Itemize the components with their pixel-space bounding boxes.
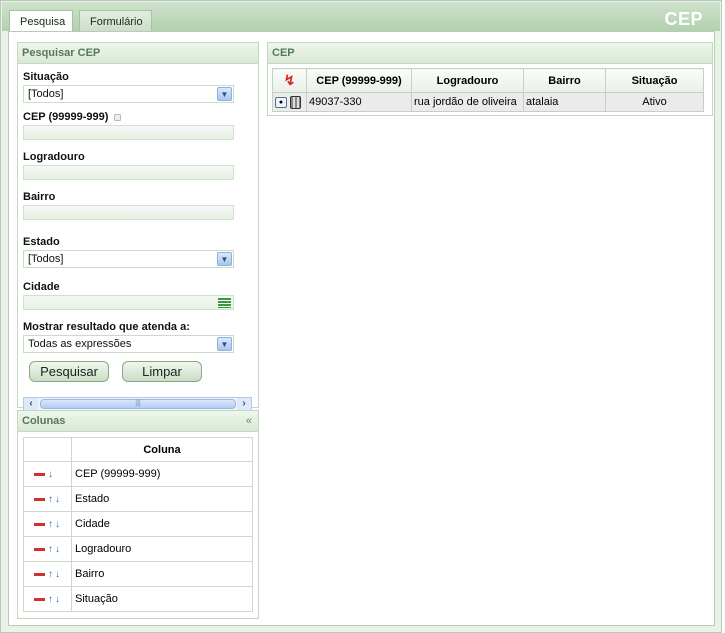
- search-panel: Pesquisar CEP Situação [Todos] ▼ CEP (99…: [17, 42, 259, 411]
- column-ops: ↑ ↓: [23, 536, 72, 562]
- top-bar: Pesquisa Formulário CEP: [2, 2, 720, 33]
- cep-label: CEP (99999-999): [23, 111, 122, 123]
- column-ops: ↑ ↓: [23, 486, 72, 512]
- results-panel-title: CEP: [268, 43, 712, 64]
- move-up-icon[interactable]: ↑: [48, 594, 53, 605]
- remove-icon[interactable]: [34, 497, 45, 501]
- chevron-down-icon[interactable]: ▼: [217, 337, 232, 351]
- logradouro-input[interactable]: [23, 165, 234, 180]
- scroll-left-icon[interactable]: ‹: [24, 398, 38, 410]
- results-header-cep[interactable]: CEP (99999-999): [306, 68, 412, 93]
- view-icon[interactable]: ●: [275, 96, 287, 108]
- cell-situacao: Ativo: [605, 92, 704, 112]
- app-brand: CEP: [664, 9, 703, 29]
- results-header-logradouro[interactable]: Logradouro: [411, 68, 524, 93]
- move-up-icon[interactable]: ↑: [48, 519, 53, 530]
- tab-pesquisa[interactable]: Pesquisa: [9, 10, 73, 33]
- cidade-label: Cidade: [23, 281, 60, 293]
- cep-input[interactable]: [23, 125, 234, 140]
- estado-label: Estado: [23, 236, 60, 248]
- table-row: ↑ ↓ Cidade: [23, 511, 253, 537]
- table-row: ↑ ↓ Situação: [23, 586, 253, 612]
- move-down-icon[interactable]: ↓: [55, 494, 60, 505]
- move-down-icon[interactable]: ↓: [55, 519, 60, 530]
- column-ops: ↓: [23, 461, 72, 487]
- column-name: Situação: [71, 586, 253, 612]
- estado-select[interactable]: [Todos] ▼: [23, 250, 234, 268]
- remove-icon[interactable]: [34, 522, 45, 526]
- horizontal-scrollbar[interactable]: ‹ ||| ›: [23, 397, 252, 411]
- cidade-input[interactable]: [23, 295, 234, 310]
- columns-title-text: Colunas: [22, 415, 66, 427]
- column-name: CEP (99999-999): [71, 461, 253, 487]
- table-row: ↓ CEP (99999-999): [23, 461, 253, 487]
- situacao-value: [Todos]: [28, 88, 64, 100]
- remove-icon[interactable]: [34, 572, 45, 576]
- bairro-label: Bairro: [23, 191, 56, 203]
- tab-formulario[interactable]: Formulário: [79, 10, 152, 32]
- scroll-thumb[interactable]: |||: [40, 399, 236, 409]
- ops-header: [23, 437, 72, 462]
- situacao-label: Situação: [23, 71, 69, 83]
- move-down-icon[interactable]: ↓: [55, 544, 60, 555]
- bairro-input[interactable]: [23, 205, 234, 220]
- collapse-icon[interactable]: «: [246, 415, 252, 427]
- move-up-icon[interactable]: ↑: [48, 494, 53, 505]
- pdf-icon[interactable]: ↯: [284, 72, 296, 88]
- search-panel-title: Pesquisar CEP: [18, 43, 258, 64]
- column-name: Bairro: [71, 561, 253, 587]
- situacao-select[interactable]: [Todos] ▼: [23, 85, 234, 103]
- move-up-icon[interactable]: ↑: [48, 569, 53, 580]
- table-row: ↑ ↓ Bairro: [23, 561, 253, 587]
- table-row[interactable]: ● 49037-330 rua jordão de oliveira atala…: [272, 92, 704, 112]
- table-row: ↑ ↓ Estado: [23, 486, 253, 512]
- cell-cep: 49037-330: [306, 92, 412, 112]
- pesquisar-button[interactable]: Pesquisar: [29, 361, 109, 382]
- move-up-icon[interactable]: ↑: [48, 544, 53, 555]
- logradouro-label: Logradouro: [23, 151, 85, 163]
- column-name: Logradouro: [71, 536, 253, 562]
- app-frame: Pesquisa Formulário CEP Pesquisar CEP Si…: [0, 0, 722, 633]
- lock-icon: [114, 113, 122, 121]
- mostrar-select[interactable]: Todas as expressões ▼: [23, 335, 234, 353]
- list-icon[interactable]: [218, 298, 231, 308]
- column-ops: ↑ ↓: [23, 511, 72, 537]
- cep-label-text: CEP (99999-999): [23, 111, 109, 123]
- move-down-icon[interactable]: ↓: [48, 469, 53, 480]
- coluna-header: Coluna: [71, 437, 253, 462]
- column-ops: ↑ ↓: [23, 561, 72, 587]
- mostrar-value: Todas as expressões: [28, 338, 132, 350]
- row-actions: ●: [272, 92, 307, 112]
- trash-icon[interactable]: [290, 95, 302, 109]
- results-header-bairro[interactable]: Bairro: [523, 68, 606, 93]
- limpar-button[interactable]: Limpar: [122, 361, 202, 382]
- chevron-down-icon[interactable]: ▼: [217, 252, 232, 266]
- results-panel: CEP ↯ CEP (99999-999) Logradouro Bairro …: [267, 42, 713, 116]
- tab-content: Pesquisar CEP Situação [Todos] ▼ CEP (99…: [8, 31, 715, 626]
- move-down-icon[interactable]: ↓: [55, 594, 60, 605]
- table-row: ↑ ↓ Logradouro: [23, 536, 253, 562]
- results-header-situacao[interactable]: Situação: [605, 68, 704, 93]
- move-down-icon[interactable]: ↓: [55, 569, 60, 580]
- scroll-right-icon[interactable]: ›: [237, 398, 251, 410]
- cell-logradouro: rua jordão de oliveira: [411, 92, 524, 112]
- pdf-export-header[interactable]: ↯: [272, 68, 307, 93]
- mostrar-label: Mostrar resultado que atenda a:: [23, 321, 190, 333]
- columns-table: Coluna ↓ CEP (99999-999) ↑ ↓ Estado ↑ ↓ Cidade ↑…: [23, 437, 253, 612]
- remove-icon[interactable]: [34, 472, 45, 476]
- column-name: Estado: [71, 486, 253, 512]
- cell-bairro: atalaia: [523, 92, 606, 112]
- remove-icon[interactable]: [34, 547, 45, 551]
- columns-panel-title: Colunas «: [18, 411, 258, 432]
- results-table: ↯ CEP (99999-999) Logradouro Bairro Situ…: [272, 68, 704, 112]
- column-ops: ↑ ↓: [23, 586, 72, 612]
- column-name: Cidade: [71, 511, 253, 537]
- estado-value: [Todos]: [28, 253, 64, 265]
- remove-icon[interactable]: [34, 597, 45, 601]
- chevron-down-icon[interactable]: ▼: [217, 87, 232, 101]
- columns-panel: Colunas « Coluna ↓ CEP (99999-999) ↑ ↓ Estad…: [17, 410, 259, 619]
